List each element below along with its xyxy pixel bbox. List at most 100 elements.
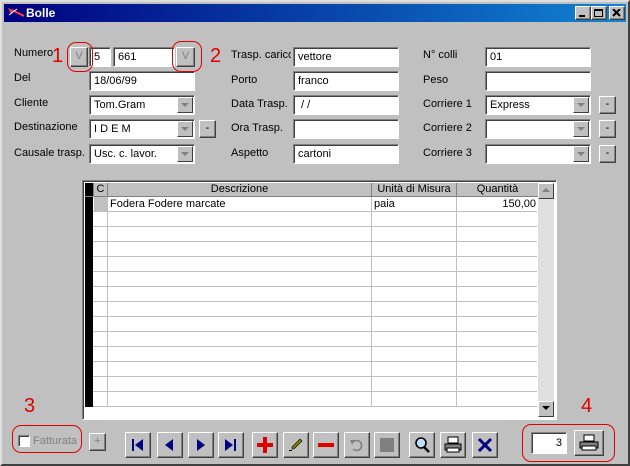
causale-combo[interactable]: Usc. c. lavor. [89,144,195,164]
data-trasp-field[interactable]: / / [293,95,399,115]
row-selector[interactable] [85,287,93,302]
row-selector[interactable] [85,197,93,212]
table-row[interactable] [85,287,539,302]
table-row[interactable] [85,227,539,242]
row-selector[interactable] [85,347,93,362]
table-row[interactable] [85,392,539,407]
last-record-button[interactable] [218,432,244,458]
next-record-button[interactable] [188,432,214,458]
cell-unita[interactable] [372,362,457,377]
cell-quantita[interactable] [457,377,539,392]
plus-button[interactable]: + [89,433,106,451]
destinazione-lookup-button[interactable]: - [199,120,216,138]
row-selector[interactable] [85,362,93,377]
cell-quantita[interactable] [457,212,539,227]
table-row[interactable] [85,362,539,377]
corriere3-combo[interactable] [485,144,591,164]
cell-c[interactable] [94,197,108,212]
cell-quantita[interactable] [457,317,539,332]
cell-quantita[interactable] [457,332,539,347]
cell-unita[interactable] [372,272,457,287]
scroll-down-button[interactable] [538,401,554,417]
numero-value-field[interactable]: 661 [113,47,175,67]
cell-unita[interactable] [372,287,457,302]
table-row[interactable] [85,257,539,272]
chevron-down-icon[interactable] [177,121,193,137]
del-date-field[interactable]: 18/06/99 [89,71,195,91]
cell-unita[interactable] [372,302,457,317]
chevron-down-icon[interactable] [573,97,589,113]
aspetto-field[interactable]: cartoni [293,144,399,164]
peso-field[interactable] [485,71,591,91]
chevron-down-icon[interactable] [177,146,193,162]
cell-descrizione[interactable] [108,272,372,287]
corriere1-combo[interactable]: Express [485,95,591,115]
cell-c[interactable] [94,227,108,242]
table-row[interactable] [85,302,539,317]
row-selector[interactable] [85,317,93,332]
row-selector[interactable] [85,377,93,392]
cell-unita[interactable] [372,212,457,227]
cell-quantita[interactable] [457,392,539,407]
cell-c[interactable] [94,212,108,227]
edit-record-button[interactable] [283,432,309,458]
cell-descrizione[interactable] [108,242,372,257]
cell-unita[interactable] [372,242,457,257]
cell-unita[interactable] [372,347,457,362]
row-selector[interactable] [85,212,93,227]
col-header-unita[interactable]: Unità di Misura [372,183,457,197]
cell-c[interactable] [94,317,108,332]
cell-unita[interactable] [372,377,457,392]
chevron-down-icon[interactable] [573,121,589,137]
cell-quantita[interactable] [457,242,539,257]
corriere1-lookup-button[interactable]: - [599,96,616,114]
corriere2-combo[interactable] [485,119,591,139]
row-selector[interactable] [85,332,93,347]
cell-c[interactable] [94,392,108,407]
cell-quantita[interactable] [457,257,539,272]
cell-unita[interactable] [372,227,457,242]
row-selector[interactable] [85,242,93,257]
corriere3-lookup-button[interactable]: - [599,145,616,163]
first-record-button[interactable] [125,432,151,458]
stop-button[interactable] [374,432,400,458]
col-header-descrizione[interactable]: Descrizione [108,183,372,197]
close-form-button[interactable] [472,432,498,458]
cell-unita[interactable] [372,317,457,332]
cell-c[interactable] [94,332,108,347]
cell-c[interactable] [94,257,108,272]
cell-descrizione[interactable] [108,377,372,392]
table-row[interactable] [85,212,539,227]
cell-descrizione[interactable]: Fodera Fodere marcate [108,197,372,212]
cell-unita[interactable] [372,332,457,347]
table-row[interactable] [85,347,539,362]
cell-c[interactable] [94,362,108,377]
close-button[interactable] [609,6,625,20]
cliente-combo[interactable]: Tom.Gram [89,95,195,115]
cell-quantita[interactable] [457,347,539,362]
previous-record-button[interactable] [157,432,183,458]
items-grid[interactable]: C Descrizione Unità di Misura Quantità F… [82,180,557,420]
cell-descrizione[interactable] [108,332,372,347]
row-selector[interactable] [85,257,93,272]
vertical-scrollbar[interactable] [538,183,554,417]
cell-descrizione[interactable] [108,302,372,317]
add-record-button[interactable] [252,432,278,458]
row-selector[interactable] [85,272,93,287]
destinazione-combo[interactable]: I D E M [89,119,195,139]
table-row[interactable] [85,332,539,347]
title-bar[interactable]: Bolle [4,4,626,22]
corriere2-lookup-button[interactable]: - [599,120,616,138]
table-row[interactable] [85,242,539,257]
cell-unita[interactable] [372,257,457,272]
cell-unita[interactable] [372,392,457,407]
chevron-down-icon[interactable] [177,97,193,113]
cell-quantita[interactable] [457,227,539,242]
n-colli-field[interactable]: 01 [485,47,591,67]
table-row[interactable]: Fodera Fodere marcate paia 150,00 [85,197,539,212]
trasp-carico-field[interactable]: vettore [293,47,399,67]
delete-record-button[interactable] [313,432,339,458]
cell-quantita[interactable] [457,362,539,377]
cell-descrizione[interactable] [108,317,372,332]
chevron-down-icon[interactable] [573,146,589,162]
